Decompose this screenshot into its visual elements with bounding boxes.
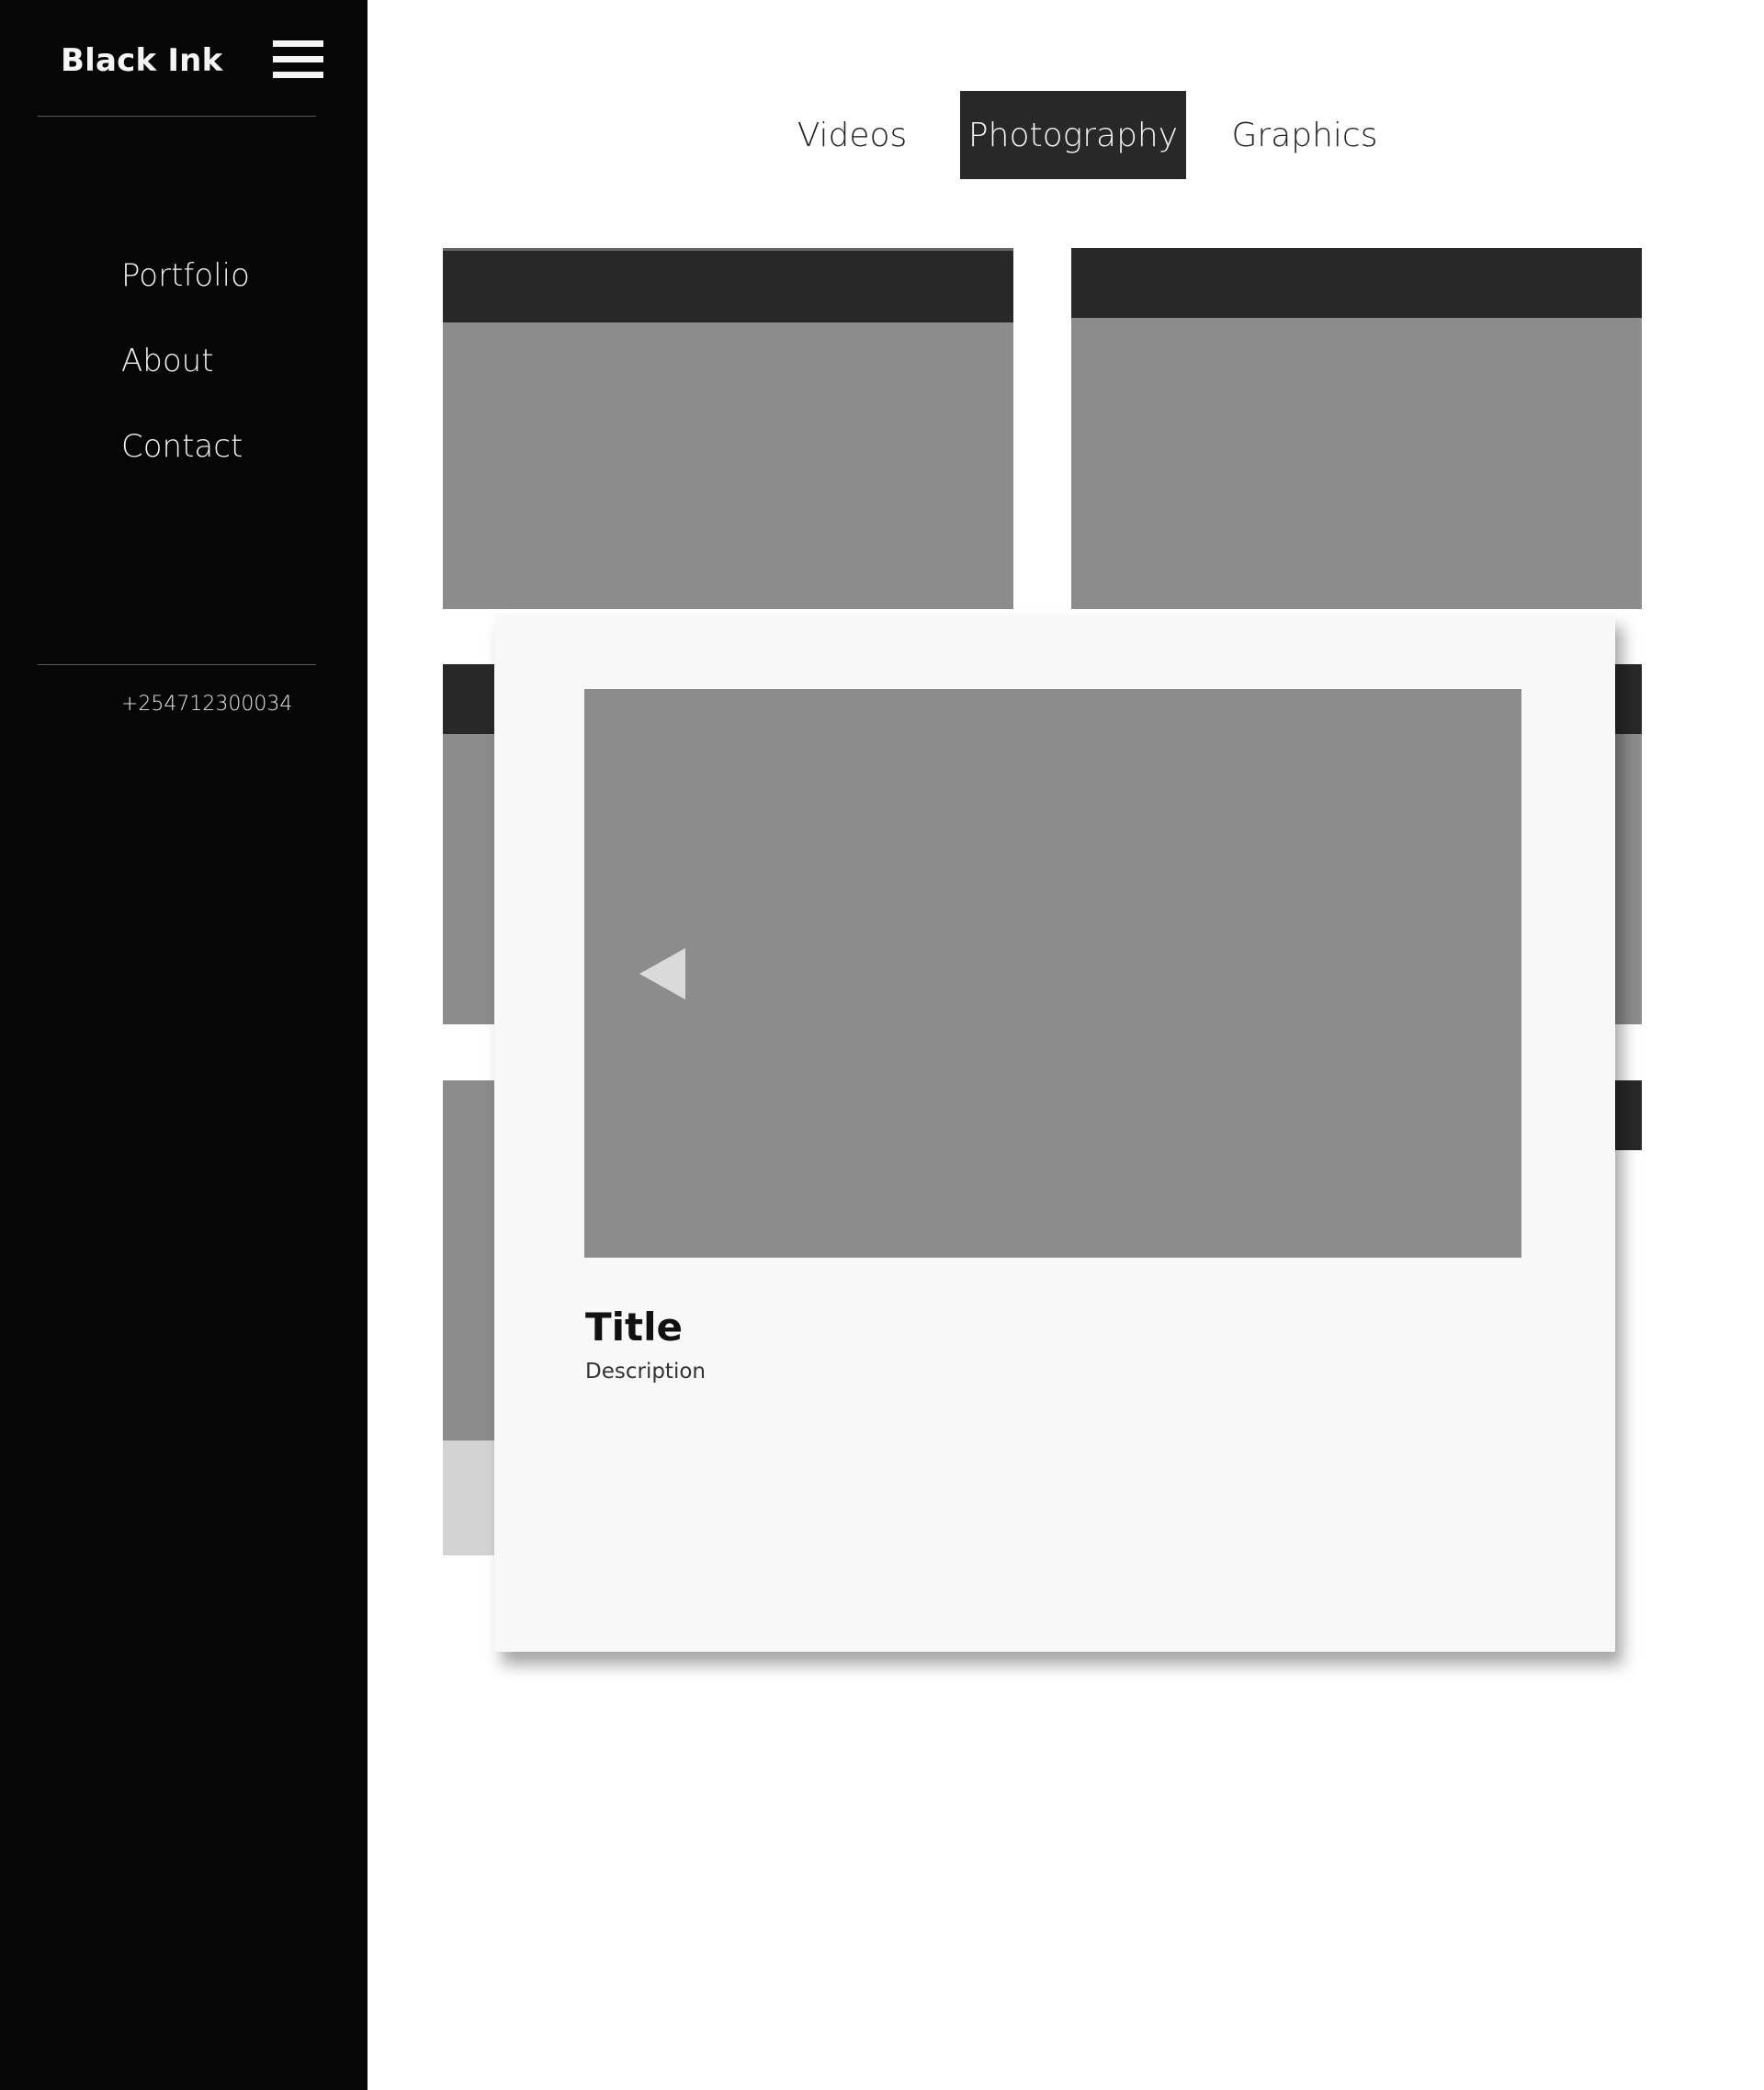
phone-number[interactable]: +254712300034 [121, 693, 292, 716]
hamburger-line [273, 56, 323, 62]
card-header [1071, 248, 1642, 318]
modal-image-placeholder [584, 689, 1521, 1258]
portfolio-card[interactable] [443, 248, 1013, 609]
previous-arrow-icon[interactable] [639, 948, 685, 1000]
portfolio-card[interactable] [1071, 248, 1642, 609]
sidebar-divider-top [38, 116, 316, 117]
nav-item-about[interactable]: About [121, 343, 214, 379]
modal-title: Title [585, 1305, 684, 1350]
sidebar: Black Ink Portfolio About Contact +25471… [0, 0, 368, 2090]
sidebar-divider-bottom [38, 664, 316, 665]
tab-graphics[interactable]: Graphics [1227, 91, 1383, 179]
nav-item-contact[interactable]: Contact [121, 428, 243, 465]
tab-photography[interactable]: Photography [960, 91, 1186, 179]
hamburger-line [273, 40, 323, 47]
card-image-placeholder [443, 322, 1013, 609]
card-header [443, 251, 1013, 322]
image-modal: Title Description [494, 614, 1615, 1652]
brand-logo[interactable]: Black Ink [61, 42, 222, 79]
modal-description: Description [585, 1360, 706, 1384]
hamburger-line [273, 72, 323, 78]
nav-item-portfolio[interactable]: Portfolio [121, 257, 250, 294]
card-image-placeholder [1071, 318, 1642, 609]
hamburger-menu-icon[interactable] [273, 40, 323, 78]
tab-videos[interactable]: Videos [786, 91, 919, 179]
